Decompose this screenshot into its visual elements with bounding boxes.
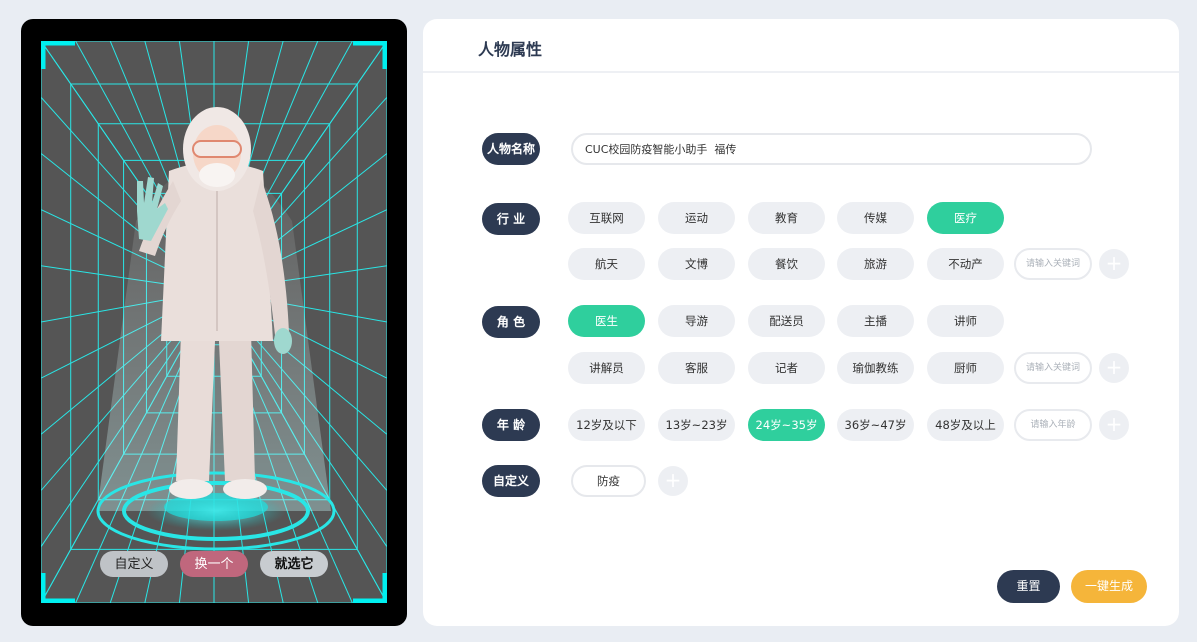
- age-input[interactable]: 请输入年龄: [1014, 409, 1092, 441]
- grid-room-illustration: [41, 41, 387, 603]
- industry-chip[interactable]: 旅游: [837, 248, 914, 280]
- role-chip-selected[interactable]: 医生: [568, 305, 645, 337]
- industry-keyword-input[interactable]: 请输入关键词: [1014, 248, 1092, 280]
- role-chip[interactable]: 瑜伽教练: [837, 352, 914, 384]
- industry-label: 行 业: [482, 203, 540, 235]
- industry-chip[interactable]: 文博: [658, 248, 735, 280]
- industry-chip[interactable]: 餐饮: [748, 248, 825, 280]
- avatar-stage: [41, 41, 387, 603]
- industry-chip[interactable]: 不动产: [927, 248, 1004, 280]
- industry-chip-selected[interactable]: 医疗: [927, 202, 1004, 234]
- age-chip[interactable]: 36岁~47岁: [837, 409, 914, 441]
- age-chip-selected[interactable]: 24岁~35岁: [748, 409, 825, 441]
- title-divider: [423, 71, 1179, 73]
- industry-chip[interactable]: 运动: [658, 202, 735, 234]
- add-role-button[interactable]: +: [1099, 353, 1129, 383]
- age-chip[interactable]: 48岁及以上: [927, 409, 1004, 441]
- role-chip[interactable]: 记者: [748, 352, 825, 384]
- add-industry-button[interactable]: +: [1099, 249, 1129, 279]
- role-chip[interactable]: 厨师: [927, 352, 1004, 384]
- industry-chip[interactable]: 航天: [568, 248, 645, 280]
- age-label: 年 龄: [482, 409, 540, 441]
- reset-button[interactable]: 重置: [997, 570, 1060, 603]
- generate-button[interactable]: 一键生成: [1071, 570, 1147, 603]
- industry-chip[interactable]: 教育: [748, 202, 825, 234]
- industry-chip[interactable]: 互联网: [568, 202, 645, 234]
- add-custom-tag-button[interactable]: +: [658, 466, 688, 496]
- attributes-panel: 人物属性 人物名称 行 业 互联网 运动 教育 传媒 医疗 航天 文博 餐饮 旅…: [423, 19, 1179, 626]
- role-chip[interactable]: 讲师: [927, 305, 1004, 337]
- avatar-preview-panel: 自定义 换一个 就选它: [21, 19, 407, 626]
- character-name-input[interactable]: [571, 133, 1092, 165]
- custom-tag-chip[interactable]: 防疫: [571, 465, 646, 497]
- custom-label: 自定义: [482, 465, 540, 497]
- role-label: 角 色: [482, 306, 540, 338]
- age-chip[interactable]: 13岁~23岁: [658, 409, 735, 441]
- role-chip[interactable]: 导游: [658, 305, 735, 337]
- role-chip[interactable]: 配送员: [748, 305, 825, 337]
- age-chip[interactable]: 12岁及以下: [568, 409, 645, 441]
- preview-actions: 自定义 换一个 就选它: [21, 551, 407, 577]
- name-label: 人物名称: [482, 133, 540, 165]
- role-chip[interactable]: 讲解员: [568, 352, 645, 384]
- role-chip[interactable]: 主播: [837, 305, 914, 337]
- role-keyword-input[interactable]: 请输入关键词: [1014, 352, 1092, 384]
- role-chip[interactable]: 客服: [658, 352, 735, 384]
- swap-avatar-button[interactable]: 换一个: [180, 551, 248, 577]
- add-age-button[interactable]: +: [1099, 410, 1129, 440]
- custom-avatar-button[interactable]: 自定义: [100, 551, 168, 577]
- page-title: 人物属性: [478, 40, 543, 59]
- choose-avatar-button[interactable]: 就选它: [260, 551, 328, 577]
- industry-chip[interactable]: 传媒: [837, 202, 914, 234]
